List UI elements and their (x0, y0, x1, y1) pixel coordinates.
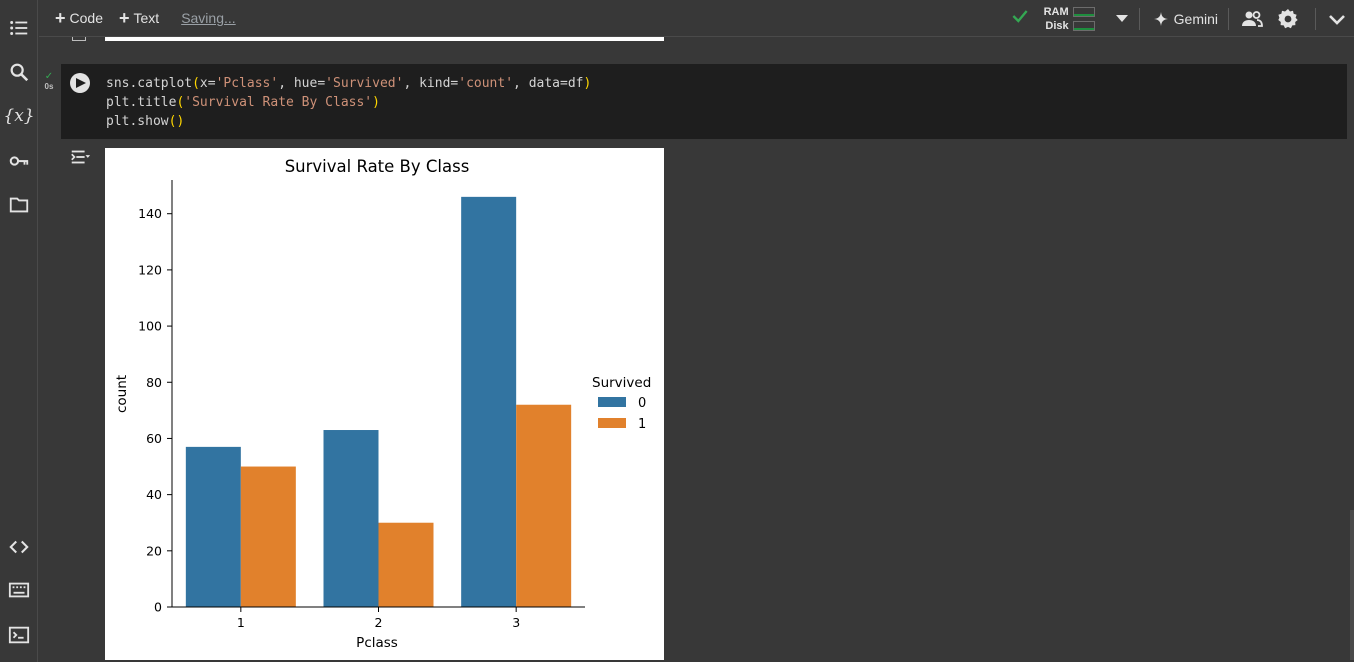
connected-check-icon (1010, 6, 1030, 31)
play-icon (76, 78, 86, 88)
y-tick-label: 80 (146, 375, 162, 390)
bar-pclass-3-survived-1 (516, 404, 572, 607)
code-token: 'Survived' (325, 76, 404, 91)
code-token: , hue= (278, 76, 326, 91)
chevron-down-icon[interactable] (1324, 6, 1350, 32)
scrollbar[interactable] (1350, 510, 1354, 660)
terminal-icon[interactable] (5, 621, 33, 649)
bar-pclass-2-survived-0 (323, 430, 379, 607)
legend-title: Survived (592, 375, 651, 391)
x-tick-label: 3 (512, 615, 520, 630)
code-token: , data=df (513, 76, 584, 91)
exec-check-icon: ✓ (44, 71, 54, 82)
code-token: , kind= (403, 76, 459, 91)
code-token: () (168, 114, 185, 129)
add-text-button[interactable]: + Text (118, 8, 160, 28)
x-tick-label: 2 (375, 615, 383, 630)
y-axis-label: count (114, 375, 130, 413)
run-cell-button[interactable] (70, 73, 90, 93)
previous-cell-output-icon (72, 37, 86, 41)
ram-bar (1072, 6, 1095, 17)
disk-bar (1072, 20, 1095, 31)
search-icon[interactable] (5, 58, 33, 86)
add-code-label: Code (69, 10, 103, 26)
code-token: plt.title (106, 95, 177, 110)
y-tick-label: 40 (146, 487, 162, 502)
legend: Survived 0 1 (592, 375, 651, 432)
previous-cell-output (105, 37, 664, 41)
add-text-label: Text (133, 10, 160, 26)
x-tick-label: 1 (237, 615, 245, 630)
command-palette-icon[interactable] (5, 576, 33, 604)
code-snippets-icon[interactable] (5, 533, 33, 561)
key-icon[interactable] (5, 147, 33, 175)
toolbar-divider (1138, 7, 1140, 30)
y-tick-label: 60 (146, 431, 162, 446)
bar-pclass-1-survived-0 (185, 446, 241, 607)
x-axis-label: Pclass (356, 635, 398, 651)
bar-pclass-2-survived-1 (378, 522, 434, 607)
cell-exec-status: ✓ 0s (42, 71, 56, 92)
folder-icon[interactable] (5, 191, 33, 219)
code-token: plt.show (106, 114, 169, 129)
code-token: 'Pclass' (215, 76, 279, 91)
code-token: 'Survival Rate By Class' (184, 95, 373, 110)
code-token: x= (199, 76, 216, 91)
y-tick-label: 20 (146, 543, 162, 558)
settings-gear-icon[interactable] (1275, 6, 1301, 32)
caret-down-icon[interactable] (1115, 14, 1129, 23)
chart-title: Survival Rate By Class (285, 157, 470, 176)
bar-pclass-3-survived-0 (461, 196, 517, 607)
output-actions-icon[interactable] (69, 146, 91, 168)
y-tick-label: 100 (138, 319, 162, 334)
ram-label: RAM (1043, 5, 1069, 18)
sparkle-icon (1153, 11, 1168, 26)
legend-label: 1 (638, 417, 646, 432)
resources-indicator[interactable]: RAM Disk (1044, 6, 1095, 32)
plus-icon: + (118, 8, 130, 28)
y-tick-label: 120 (138, 262, 162, 277)
add-code-button[interactable]: + Code (55, 8, 103, 28)
code-token: ) (372, 95, 380, 110)
gemini-button[interactable]: Gemini (1153, 10, 1218, 27)
code-token: ) (583, 76, 592, 91)
gemini-label: Gemini (1173, 10, 1218, 27)
left-rail: {x} (0, 0, 38, 662)
count-plot: Survival Rate By Class 02040608010012014… (114, 157, 651, 651)
plus-icon: + (55, 8, 66, 28)
code-cell[interactable]: sns.catplot(x='Pclass', hue='Survived', … (61, 64, 1347, 139)
code-token: sns.catplot (106, 76, 193, 91)
table-of-contents-icon[interactable] (5, 14, 33, 42)
save-status[interactable]: Saving... (181, 10, 235, 26)
exec-time: 0s (44, 82, 54, 91)
code-token: ( (192, 76, 200, 91)
share-people-icon[interactable] (1239, 6, 1265, 32)
toolbar-divider (1228, 7, 1229, 30)
variables-icon[interactable]: {x} (3, 102, 34, 130)
bar-pclass-1-survived-1 (240, 466, 296, 607)
top-toolbar: + Code + Text Saving... RAM Disk Gemini (39, 0, 1354, 37)
code-editor[interactable]: sns.catplot(x='Pclass', hue='Survived', … (106, 74, 591, 131)
legend-swatch (598, 418, 626, 428)
legend-swatch (598, 397, 626, 407)
cell-output: Survival Rate By Class 0 20 40 60 80 100 120 14… (105, 148, 664, 660)
disk-label: Disk (1045, 19, 1069, 32)
y-tick-label: 140 (138, 206, 162, 221)
legend-label: 0 (638, 396, 646, 411)
code-token: 'count' (458, 76, 514, 91)
toolbar-divider (1315, 7, 1316, 30)
y-tick-label: 0 (154, 600, 162, 615)
